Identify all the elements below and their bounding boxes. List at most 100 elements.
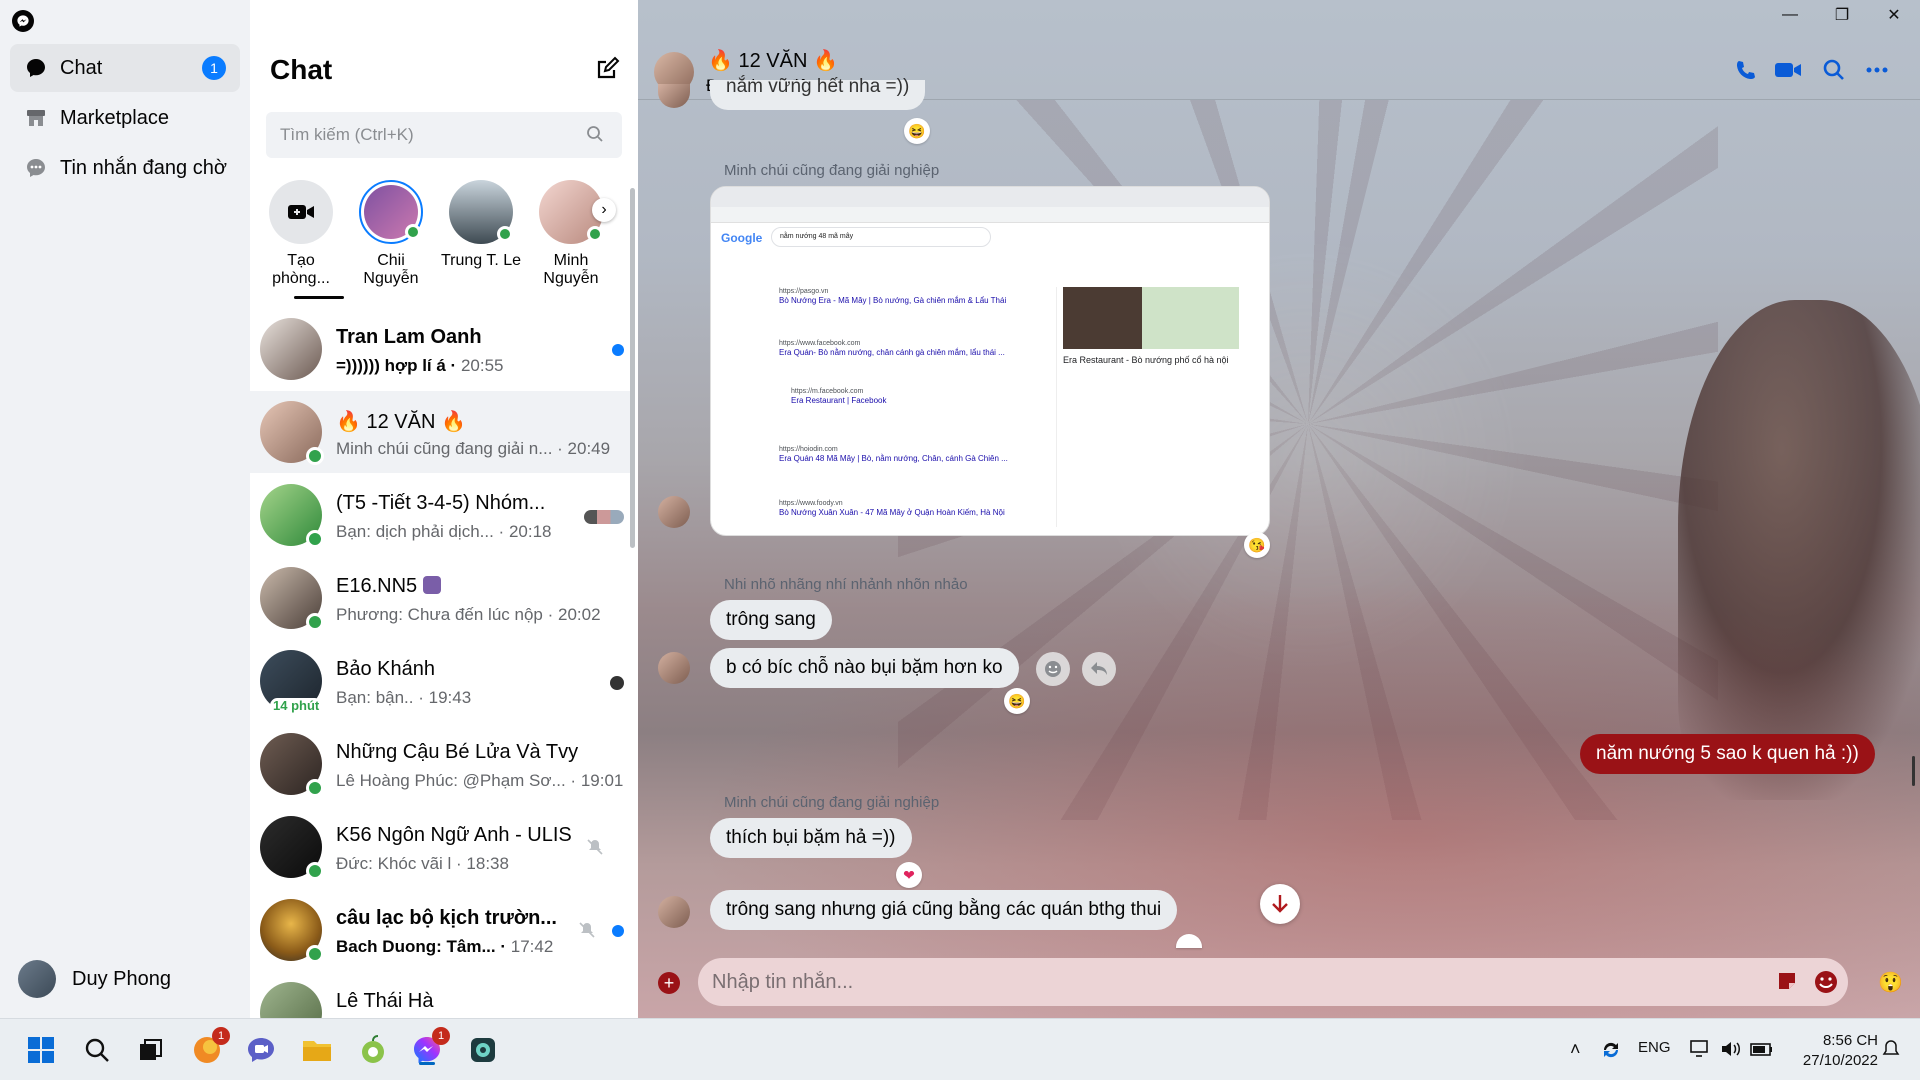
conversation-preview: Minh chúi cũng đang giải n... · 20:49 [336,439,611,458]
story-item[interactable]: Minh Nguyễn [528,180,614,288]
shared-image[interactable]: Google nằm nướng 48 mã mây https://pasgo… [710,186,1270,536]
clock-time: 8:56 CH [1822,1032,1878,1049]
conversation-item-selected[interactable]: 🔥 12 VĂN 🔥 Minh chúi cũng đang giải n...… [250,391,632,473]
love-reaction-icon[interactable]: 😘 [1244,532,1270,558]
message-bubble[interactable]: trông sang nhưng giá cũng bằng các quán … [710,890,1178,930]
message-bubble-outgoing[interactable]: năm nướng 5 sao k quen hả :)) [1580,734,1875,774]
conversation-name: 🔥 12 VĂN 🔥 [336,411,466,433]
conversation-title[interactable]: 🔥 12 VĂN 🔥 [708,48,838,73]
laugh-reaction-icon[interactable]: 😆 [1004,688,1030,714]
conversation-item[interactable]: (T5 -Tiết 3-4-5) Nhóm... Bạn: dịch phải … [250,474,632,556]
conversation-item[interactable]: K56 Ngôn Ngữ Anh - ULIS Đức: Khóc vãi l … [250,806,632,888]
conversation-preview: Đức: Khóc vãi l · 18:38 [336,854,509,873]
heart-reaction-icon[interactable]: ❤ [896,862,922,888]
chat-dots-icon [24,156,48,180]
online-indicator [587,226,603,242]
camera-app-icon[interactable] [466,1033,500,1067]
conversation-name: Những Cậu Bé Lửa Và Tvy [336,741,579,763]
chevron-right-icon[interactable]: › [592,198,616,222]
active-ago-badge: 14 phút [270,698,323,713]
search-icon[interactable] [80,1033,114,1067]
online-indicator [497,226,513,242]
message-bubble[interactable]: thích bụi bặm hả =)) [710,818,912,858]
conversation-preview: Bạn: bận.. · 19:43 [336,688,472,707]
conversation-item[interactable]: Những Cậu Bé Lửa Và Tvy Lê Hoàng Phúc: @… [250,723,632,805]
input-language[interactable]: ENG [1638,1039,1671,1056]
more-options-icon[interactable] [1864,58,1892,86]
compose-icon[interactable] [594,56,622,84]
online-indicator [306,447,324,465]
sync-icon[interactable] [1600,1039,1622,1065]
sender-nickname: Nhi nhõ nhãng nhí nhảnh nhõn nhảo [724,576,968,593]
pane-scrollbar[interactable] [1912,756,1915,786]
image-search-result: https://hoiodin.com Era Quán 48 Mã Mây | … [779,446,1008,463]
network-icon[interactable] [1690,1039,1712,1063]
system-clock[interactable]: 8:56 CH 27/10/2022 [1788,1031,1878,1071]
conversation-item[interactable]: Tran Lam Oanh =)))))) hợp lí á · 20:55 [250,308,632,390]
avatar [260,982,322,1018]
scroll-to-bottom-button[interactable] [1260,884,1300,924]
avatar [658,496,690,528]
message-bubble[interactable]: b có bíc chỗ nào bụi bặm hơn ko [710,648,1019,688]
avatar [260,318,322,380]
create-room-button[interactable]: Tạo phòng... [258,180,344,288]
image-knowledge-photo [1063,287,1239,349]
unread-dot [612,344,624,356]
search-input[interactable] [266,112,622,158]
message-input[interactable] [698,958,1848,1006]
sticker-icon[interactable] [1776,970,1800,994]
messenger-icon[interactable]: 1 [410,1027,450,1067]
image-search-result: https://pasgo.vn Bò Nướng Era - Mã Mây | … [779,288,1007,305]
avatar [658,652,690,684]
sender-nickname: Minh chúi cũng đang giải nghiệp [724,794,940,811]
emoji-icon[interactable] [1814,970,1838,994]
nav-item-pending-messages[interactable]: Tin nhắn đang chờ [10,144,240,192]
image-knowledge-panel: Era Restaurant - Bò nướng phố cổ hà nội [1056,287,1239,527]
windows-start-icon[interactable] [24,1033,58,1067]
avatar [359,180,423,244]
chevron-up-icon[interactable]: ˄ [1570,1039,1581,1060]
story-item[interactable]: Trung T. Le [438,180,524,270]
close-icon[interactable]: ✕ [1868,0,1920,30]
online-indicator [306,613,324,631]
notification-bell-icon[interactable] [1882,1039,1900,1063]
online-indicator [306,530,324,548]
nav-item-label: Tin nhắn đang chờ [60,156,227,179]
chat-list-panel: Chat Tạo phòng... Chii Nguyễn Trung T. L… [250,0,638,1018]
minimize-icon[interactable]: — [1764,0,1816,30]
quick-reaction-emoji-icon[interactable]: 😲 [1878,970,1903,994]
current-user[interactable]: Duy Phong [18,960,171,998]
online-indicator [306,945,324,963]
conversation-item[interactable]: câu lạc bộ kịch trườn... Bach Duong: Tâm… [250,889,632,971]
task-view-icon[interactable] [134,1033,168,1067]
volume-icon[interactable] [1720,1039,1742,1063]
message-bubble[interactable]: trông sang [710,600,832,640]
nav-item-marketplace[interactable]: Marketplace [10,94,240,142]
nav-item-chat[interactable]: Chat 1 [10,44,240,92]
notification-badge: 1 [432,1027,450,1045]
online-indicator [405,224,421,240]
muted-bell-icon [586,838,604,856]
emoji-react-icon[interactable] [1036,652,1070,686]
meeting-chat-icon[interactable] [244,1033,278,1067]
fruit-app-icon[interactable] [356,1033,390,1067]
conversation-item[interactable]: E16.NN5 Phương: Chưa đến lúc nộp · 20:02 [250,557,632,639]
reply-icon[interactable] [1082,652,1116,686]
conversation-item[interactable]: 14 phút Bảo Khánh Bạn: bận.. · 19:43 [250,640,632,722]
add-attachment-icon[interactable]: + [658,972,680,994]
message-bubble-partial[interactable]: nắm vững hết nha =)) [710,77,926,110]
conversation-name: câu lạc bộ kịch trườn... [336,907,557,929]
laugh-reaction-icon[interactable]: 😆 [904,118,930,144]
conversation-item[interactable]: Lê Thái Hà [250,972,632,1018]
phone-icon[interactable] [1734,58,1762,86]
online-indicator [306,779,324,797]
search-icon[interactable] [1822,58,1850,86]
story-item[interactable]: Chii Nguyễn [348,180,434,288]
list-scrollbar[interactable] [630,188,635,548]
battery-icon[interactable] [1750,1039,1774,1063]
file-explorer-icon[interactable] [300,1033,334,1067]
video-camera-icon[interactable] [1774,58,1802,86]
browser-icon[interactable]: 1 [190,1027,230,1067]
maximize-icon[interactable]: ❐ [1816,0,1868,30]
image-search-result: https://m.facebook.com Era Restaurant | F… [791,388,887,405]
